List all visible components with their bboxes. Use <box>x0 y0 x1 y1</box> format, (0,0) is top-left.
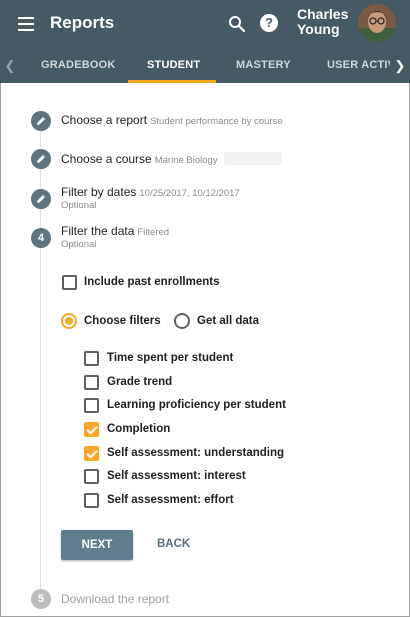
tab-user-activity[interactable]: USER ACTIV <box>327 50 395 83</box>
filter-option-label: Time spent per student <box>107 352 234 364</box>
filter-option-label: Grade trend <box>107 376 173 388</box>
pencil-icon <box>31 189 51 209</box>
filter-option-checkbox[interactable] <box>84 422 99 437</box>
step-1-title: Choose a report <box>61 113 148 127</box>
step-4-summary: Filtered <box>137 227 170 238</box>
step-5-number: 5 <box>31 589 51 609</box>
app-frame <box>0 0 410 617</box>
pencil-icon <box>31 149 51 169</box>
tab-gradebook[interactable]: GRADEBOOK <box>41 50 116 83</box>
filter-option-checkbox[interactable] <box>84 398 99 413</box>
step-2-summary: Marine Biology <box>154 155 218 166</box>
choose-filters-radio[interactable] <box>61 313 77 329</box>
tab-student[interactable]: STUDENT <box>147 50 200 83</box>
step-4-optional: Optional <box>61 239 97 250</box>
step-3-title: Filter by dates <box>61 185 137 199</box>
back-button[interactable]: BACK <box>157 538 190 550</box>
active-tab-indicator <box>128 80 216 83</box>
choose-filters-label: Choose filters <box>84 315 161 327</box>
step-connector <box>40 130 41 146</box>
filter-option-label: Learning proficiency per student <box>107 399 286 411</box>
step-2-title: Choose a course <box>61 152 152 166</box>
avatar[interactable] <box>358 4 396 42</box>
step-5-title: Download the report <box>61 592 170 606</box>
tab-mastery[interactable]: MASTERY <box>236 50 291 83</box>
step-1-summary: Student performance by course <box>150 116 283 127</box>
filter-option-checkbox[interactable] <box>84 469 99 484</box>
step-3-optional: Optional <box>61 200 97 211</box>
search-icon[interactable] <box>228 15 246 33</box>
tab-bar: ❮ GRADEBOOK STUDENT MASTERY USER ACTIV ❯ <box>0 50 410 83</box>
user-name: Charles Young <box>297 6 349 37</box>
step-4-header[interactable]: Filter the data Filtered <box>61 224 169 238</box>
redacted-course-name <box>224 152 282 165</box>
filter-option-checkbox[interactable] <box>84 493 99 508</box>
filter-option-label: Completion <box>107 423 171 435</box>
page-title: Reports <box>50 13 115 32</box>
step-4-number: 4 <box>31 228 51 248</box>
get-all-data-radio[interactable] <box>174 313 190 329</box>
get-all-data-label: Get all data <box>197 315 259 327</box>
filter-option-checkbox[interactable] <box>84 446 99 461</box>
help-icon[interactable]: ? <box>260 14 278 32</box>
tab-scroll-left-icon[interactable]: ❮ <box>0 50 20 83</box>
step-connector <box>40 168 41 188</box>
step-3-header[interactable]: Filter by dates 10/25/2017, 10/12/2017 <box>61 185 240 199</box>
pencil-icon <box>31 111 51 131</box>
filter-option-checkbox[interactable] <box>84 375 99 390</box>
filter-option-label: Self assessment: interest <box>107 470 246 482</box>
next-button[interactable]: NEXT <box>61 530 133 560</box>
menu-icon[interactable] <box>18 17 34 31</box>
filter-option-checkbox[interactable] <box>84 351 99 366</box>
filter-option-label: Self assessment: effort <box>107 494 234 506</box>
include-past-enrollments-label: Include past enrollments <box>84 276 220 288</box>
app-bar: Reports ? Charles Young <box>0 0 410 50</box>
step-connector <box>40 247 41 589</box>
step-2-header[interactable]: Choose a course Marine Biology <box>61 152 218 166</box>
step-connector <box>40 208 41 228</box>
step-4-title: Filter the data <box>61 224 135 238</box>
step-1-header[interactable]: Choose a report Student performance by co… <box>61 113 283 127</box>
tab-scroll-right-icon[interactable]: ❯ <box>390 50 410 83</box>
step-3-summary: 10/25/2017, 10/12/2017 <box>139 188 240 199</box>
filter-option-label: Self assessment: understanding <box>107 447 285 459</box>
include-past-enrollments-checkbox[interactable] <box>62 275 77 290</box>
